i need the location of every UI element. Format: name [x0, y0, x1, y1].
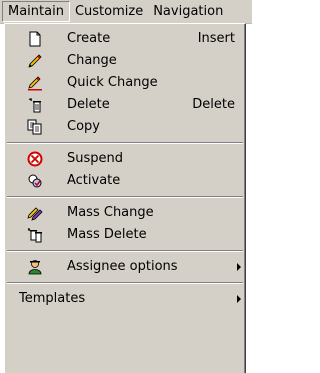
menu-item-activate[interactable]: Activate [5, 170, 245, 192]
pencil-icon [27, 53, 43, 69]
menu-separator [7, 282, 243, 284]
menu-item-templates[interactable]: Templates [5, 288, 245, 310]
menu-item-label: Mass Change [67, 205, 154, 220]
menu-item-mass-delete[interactable]: Mass Delete [5, 224, 245, 246]
submenu-arrow-icon [237, 263, 241, 271]
menu-item-label: Templates [19, 291, 86, 306]
menu-item-label: Delete [67, 97, 110, 112]
menu-item-mass-change[interactable]: Mass Change [5, 202, 245, 224]
menu-item-create[interactable]: Create Insert [5, 28, 245, 50]
menu-item-label: Assignee options [67, 259, 178, 274]
quick-change-icon [27, 75, 43, 91]
menu-item-quick-change[interactable]: Quick Change [5, 72, 245, 94]
shortcut-label: Delete [192, 97, 235, 112]
menu-item-label: Copy [67, 119, 100, 134]
submenu-arrow-icon [237, 295, 241, 303]
menu-item-label: Create [67, 31, 111, 46]
menu-separator [7, 142, 243, 144]
menu-maintain[interactable]: Maintain [2, 1, 70, 22]
activate-icon [27, 173, 43, 189]
menu-item-label: Suspend [67, 151, 124, 166]
menu-item-assignee-options[interactable]: Assignee options [5, 256, 245, 278]
menu-item-delete[interactable]: Delete Delete [5, 94, 245, 116]
menu-separator [7, 196, 243, 198]
menu-item-label: Quick Change [67, 75, 158, 90]
new-document-icon [27, 31, 43, 47]
menu-separator [7, 250, 243, 252]
assignee-icon [27, 259, 43, 275]
menu-item-change[interactable]: Change [5, 50, 245, 72]
no-entry-icon [27, 151, 43, 167]
mass-change-icon [27, 205, 43, 221]
shortcut-label: Insert [197, 31, 235, 46]
maintain-dropdown-menu: Create Insert Change Quick Change Delete… [4, 23, 246, 373]
menu-item-copy[interactable]: Copy [5, 116, 245, 138]
menu-bar: Maintain Customize Navigation [0, 0, 252, 24]
menu-item-label: Change [67, 53, 117, 68]
mass-delete-icon [27, 227, 43, 243]
copy-icon [27, 119, 43, 135]
trash-icon [27, 97, 43, 113]
menu-item-label: Activate [67, 173, 121, 188]
menu-navigation[interactable]: Navigation [148, 1, 228, 22]
menu-item-label: Mass Delete [67, 227, 147, 242]
menu-customize[interactable]: Customize [70, 1, 148, 22]
menu-item-suspend[interactable]: Suspend [5, 148, 245, 170]
